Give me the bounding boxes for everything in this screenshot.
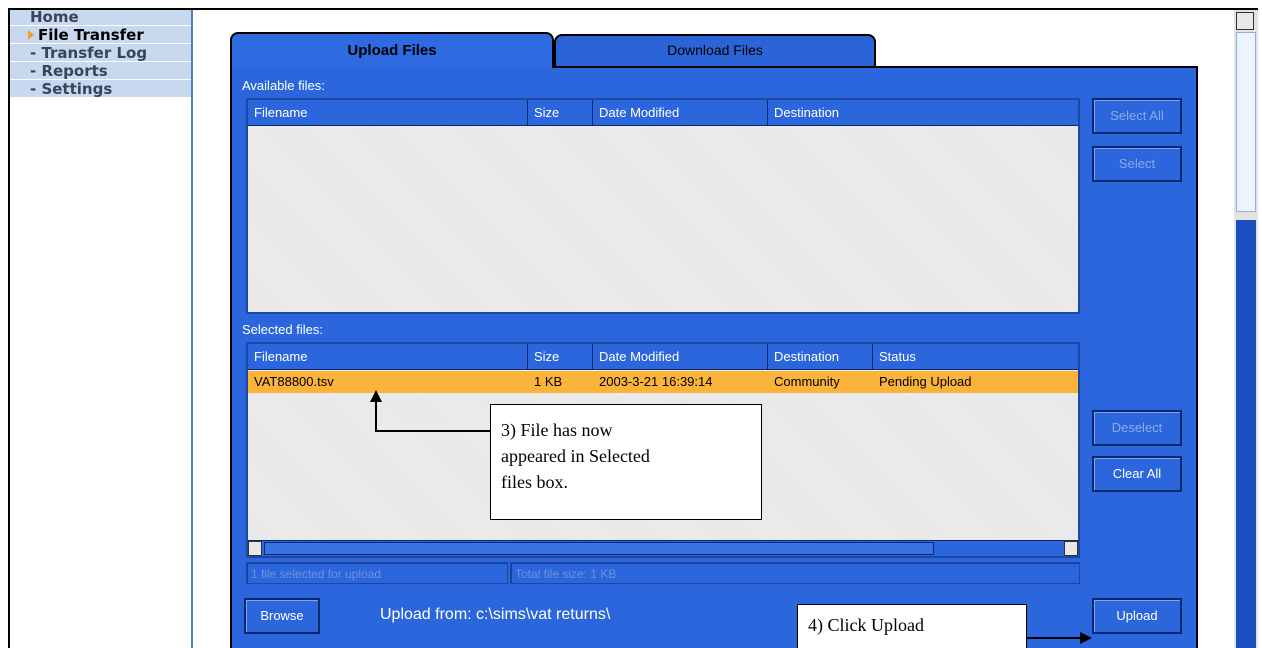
callout-line: files box. xyxy=(501,472,568,492)
column-header-status[interactable]: Status xyxy=(873,344,1078,370)
column-header-size[interactable]: Size xyxy=(528,100,593,126)
scroll-right-icon[interactable] xyxy=(1064,541,1078,556)
scrollbar-thumb[interactable] xyxy=(264,542,934,555)
sidebar-item-label: - Reports xyxy=(30,62,108,80)
cell-status: Pending Upload xyxy=(879,374,972,389)
horizontal-scrollbar[interactable] xyxy=(248,540,1078,556)
sidebar-item-label: File Transfer xyxy=(38,26,144,44)
tab-download-files[interactable]: Download Files xyxy=(554,34,876,66)
scrollbar-track[interactable] xyxy=(1236,220,1256,648)
callout-line: 3) File has now xyxy=(501,420,613,440)
available-files-label: Available files: xyxy=(242,78,325,93)
select-all-button[interactable]: Select All xyxy=(1092,98,1182,134)
available-files-list[interactable]: Filename Size Date Modified Destination xyxy=(246,98,1080,314)
sidebar-item-file-transfer[interactable]: File Transfer xyxy=(10,26,192,44)
sidebar-item-home[interactable]: Home xyxy=(10,10,192,26)
sidebar-item-label: Home xyxy=(30,10,79,26)
column-header-date-modified[interactable]: Date Modified xyxy=(593,344,768,370)
upload-from-path: Upload from: c:\sims\vat returns\ xyxy=(380,606,611,623)
selected-files-label: Selected files: xyxy=(242,322,323,337)
selected-files-header: Filename Size Date Modified Destination … xyxy=(248,344,1078,370)
scroll-left-icon[interactable] xyxy=(248,541,262,556)
vertical-scrollbar[interactable] xyxy=(1234,10,1258,648)
callout-line: 4) Click Upload xyxy=(808,615,924,635)
selected-count-status: 1 file selected for upload xyxy=(246,562,508,584)
tab-upload-files[interactable]: Upload Files xyxy=(230,32,554,68)
cell-filename: VAT88800.tsv xyxy=(254,374,334,389)
scrollbar-thumb[interactable] xyxy=(1236,32,1256,212)
upload-button[interactable]: Upload xyxy=(1092,598,1182,634)
sidebar-item-label: - Transfer Log xyxy=(30,44,148,62)
cell-destination: Community xyxy=(774,374,840,389)
callout-line: appeared in Selected xyxy=(501,446,650,466)
sidebar-divider xyxy=(191,10,193,648)
sidebar-item-settings[interactable]: - Settings xyxy=(10,80,192,98)
cell-size: 1 KB xyxy=(534,374,563,389)
column-header-filename[interactable]: Filename xyxy=(248,344,528,370)
select-button[interactable]: Select xyxy=(1092,146,1182,182)
cell-date-modified: 2003-3-21 16:39:14 xyxy=(599,374,713,389)
total-size-status: Total file size: 1 KB xyxy=(510,562,1080,584)
column-header-filename[interactable]: Filename xyxy=(248,100,528,126)
column-header-destination[interactable]: Destination xyxy=(768,344,873,370)
sidebar-item-transfer-log[interactable]: - Transfer Log xyxy=(10,44,192,62)
step4-callout: 4) Click Upload xyxy=(797,604,1027,648)
clear-all-button[interactable]: Clear All xyxy=(1092,456,1182,492)
column-header-date-modified[interactable]: Date Modified xyxy=(593,100,768,126)
column-header-destination[interactable]: Destination xyxy=(768,100,1078,126)
upload-panel: Available files: Filename Size Date Modi… xyxy=(230,66,1198,648)
sidebar-item-reports[interactable]: - Reports xyxy=(10,62,192,80)
table-row[interactable]: VAT88800.tsv 1 KB 2003-3-21 16:39:14 Com… xyxy=(248,371,1078,393)
sidebar-item-label: - Settings xyxy=(30,80,113,98)
sidebar-nav: Home File Transfer - Transfer Log - Repo… xyxy=(10,10,192,98)
scroll-up-icon[interactable] xyxy=(1236,12,1254,30)
arrow-right-icon xyxy=(28,30,34,40)
column-header-size[interactable]: Size xyxy=(528,344,593,370)
step3-callout: 3) File has now appeared in Selected fil… xyxy=(490,404,762,520)
available-files-header: Filename Size Date Modified Destination xyxy=(248,100,1078,126)
deselect-button[interactable]: Deselect xyxy=(1092,410,1182,446)
browse-button[interactable]: Browse xyxy=(244,598,320,634)
